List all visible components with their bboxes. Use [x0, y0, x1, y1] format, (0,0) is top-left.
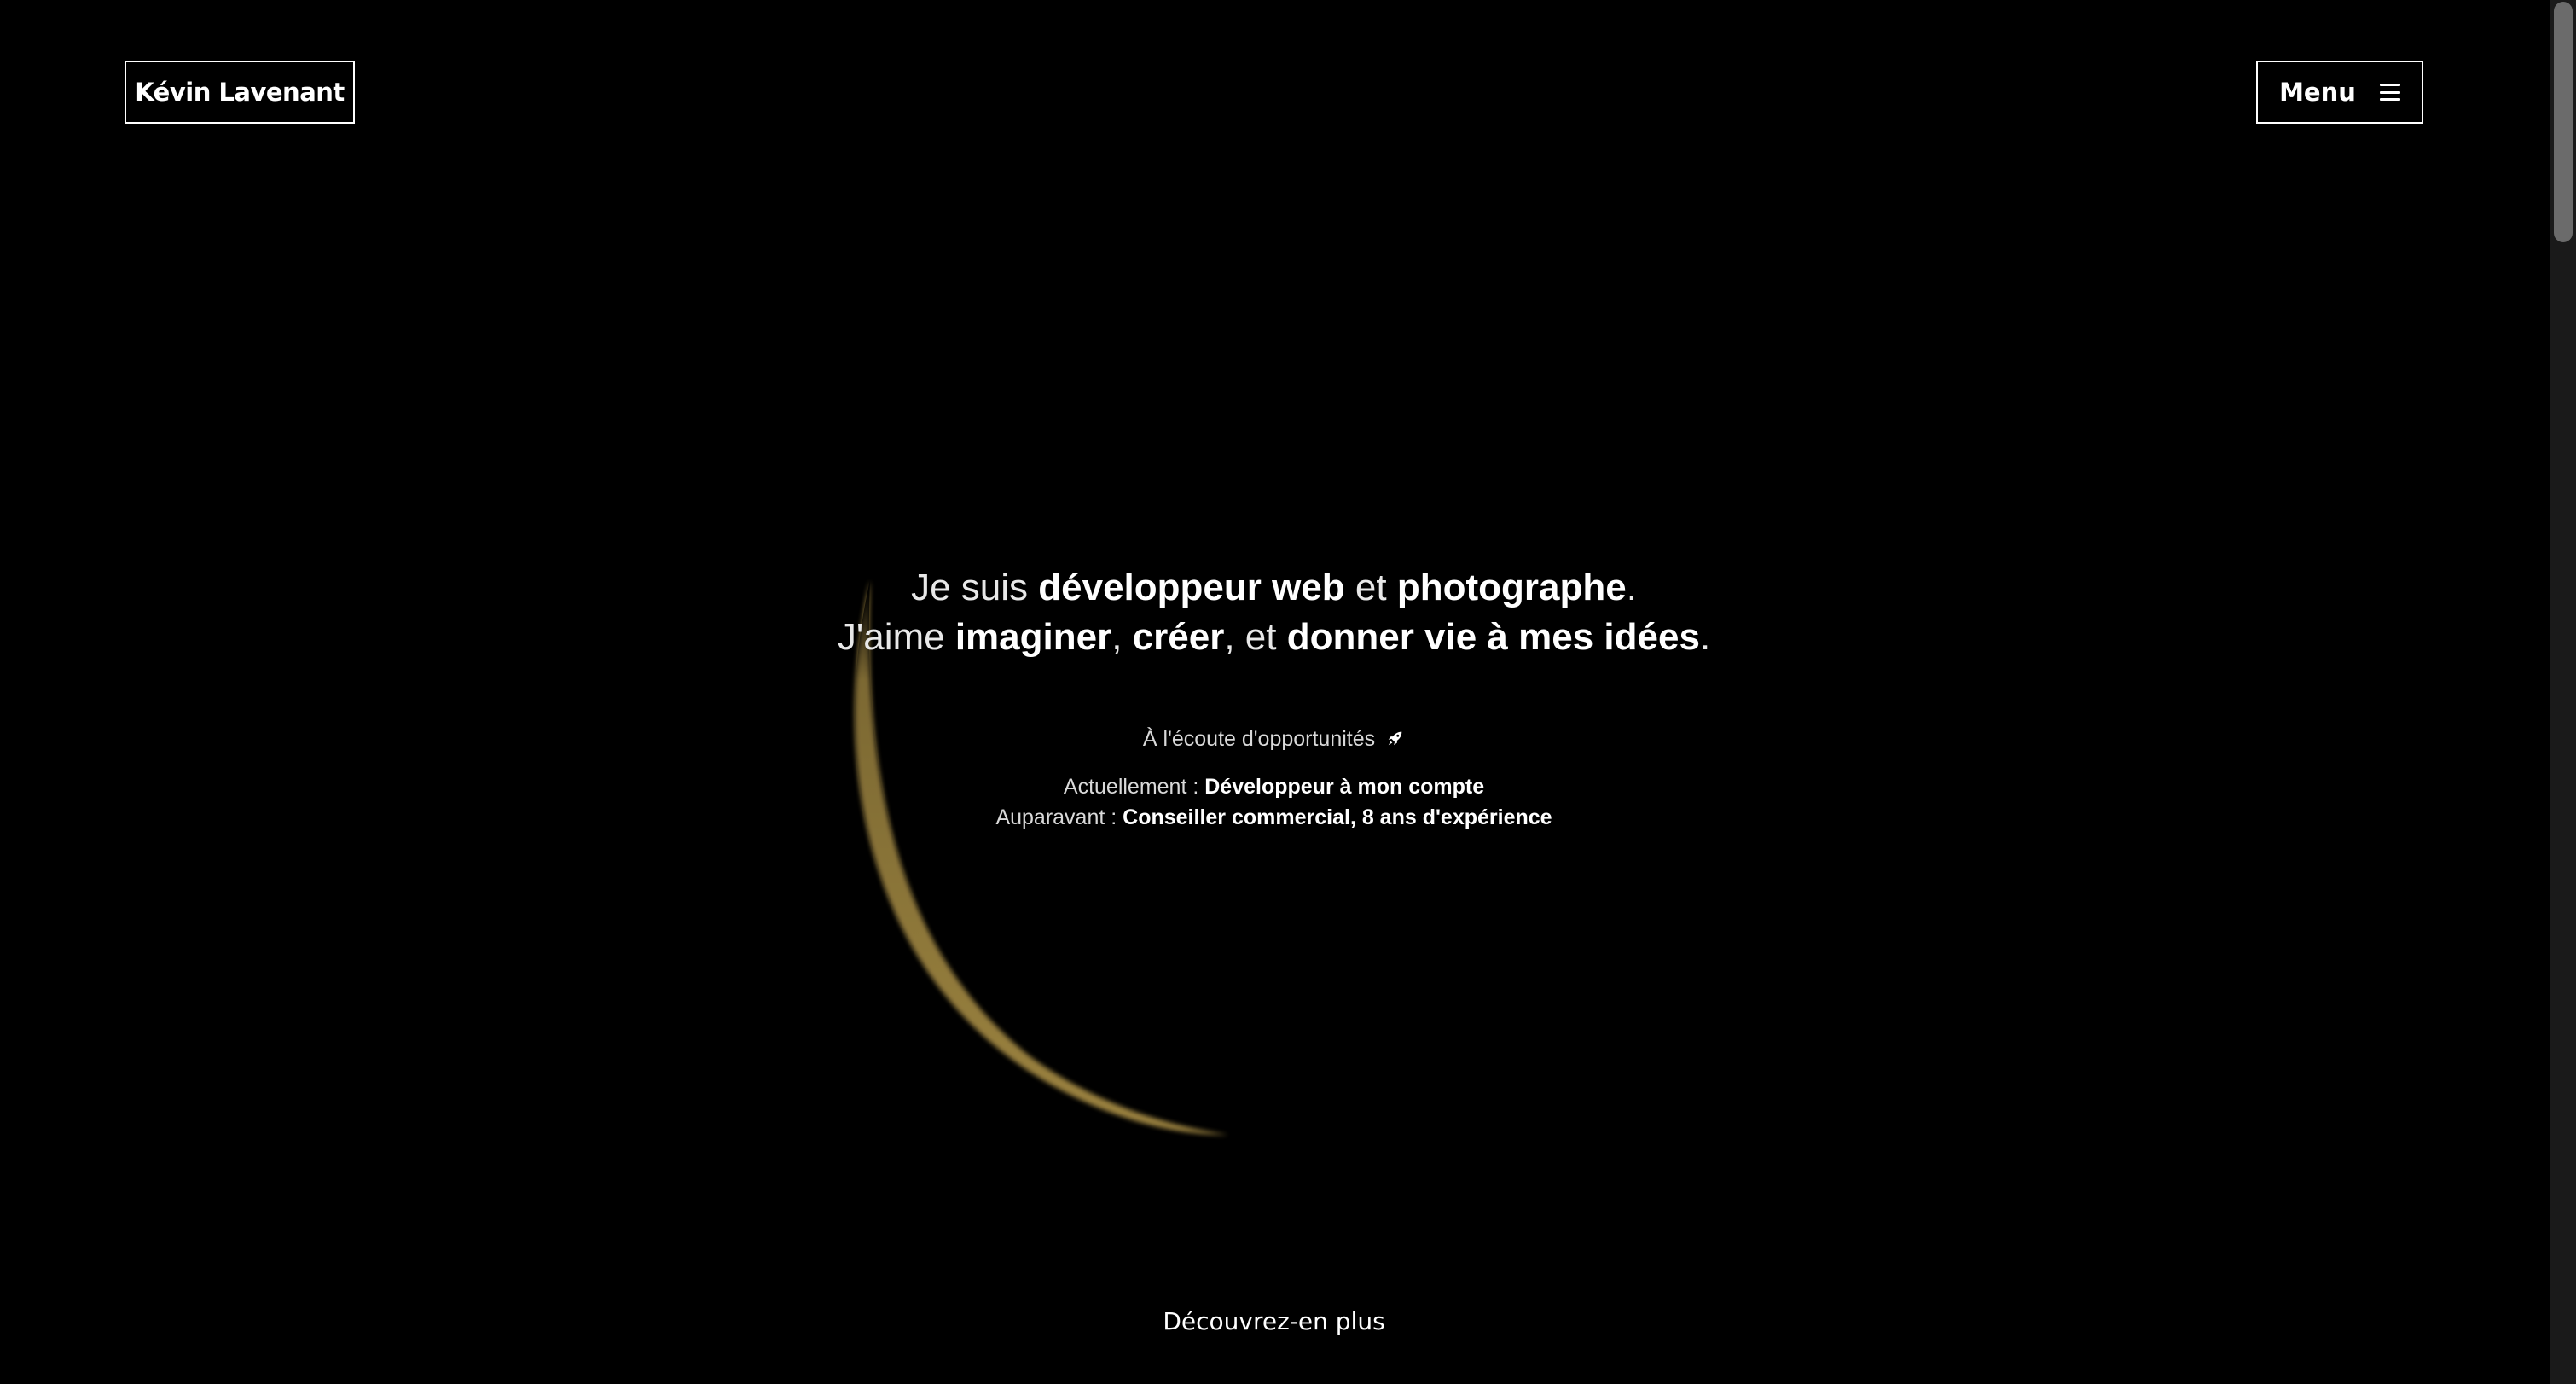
rocket-icon [1388, 731, 1402, 746]
hero-text: . [1699, 616, 1711, 658]
current-role-label: Actuellement : [1063, 775, 1205, 799]
scrollbar-track[interactable] [2550, 0, 2576, 1384]
menu-button[interactable]: Menu [2256, 61, 2423, 124]
hero-highlight: développeur web [1038, 567, 1345, 608]
hero-highlight: photographe [1396, 567, 1627, 608]
hero-text: J'aime [837, 616, 955, 658]
previous-role-value: Conseiller commercial, 8 ans d'expérienc… [1123, 805, 1552, 829]
page: Kévin Lavenant Menu Je suis développeur … [0, 0, 2576, 1384]
hero-text: et [1344, 567, 1397, 608]
career-summary: Actuellement : Développeur à mon compte … [0, 771, 2548, 833]
hero-line-2: J'aime imaginer, créer, et donner vie à … [0, 613, 2548, 662]
discover-more-link[interactable]: Découvrez-en plus [0, 1307, 2548, 1335]
hero-text: , et [1224, 616, 1287, 658]
hero-highlight: créer [1132, 616, 1225, 658]
hamburger-icon [2379, 84, 2400, 101]
brand-label: Kévin Lavenant [135, 78, 345, 107]
availability-status: À l'écoute d'opportunités [0, 727, 2548, 752]
hero-text: . [1626, 567, 1637, 608]
brand-home-button[interactable]: Kévin Lavenant [125, 61, 355, 124]
menu-label: Menu [2279, 78, 2356, 107]
scrollbar-thumb[interactable] [2554, 2, 2573, 242]
availability-text: À l'écoute d'opportunités [1142, 727, 1376, 751]
previous-role-label: Auparavant : [995, 805, 1123, 829]
current-role-value: Développeur à mon compte [1204, 775, 1485, 799]
current-role: Actuellement : Développeur à mon compte [0, 771, 2548, 802]
previous-role: Auparavant : Conseiller commercial, 8 an… [0, 802, 2548, 833]
hero-text: Je suis [911, 567, 1039, 608]
hero-highlight: imaginer [954, 616, 1112, 658]
hero-line-1: Je suis développeur web et photographe. [0, 563, 2548, 613]
hero-highlight: donner vie à mes idées [1286, 616, 1700, 658]
hero-intro: Je suis développeur web et photographe. … [0, 563, 2548, 662]
hero-text: , [1111, 616, 1133, 658]
